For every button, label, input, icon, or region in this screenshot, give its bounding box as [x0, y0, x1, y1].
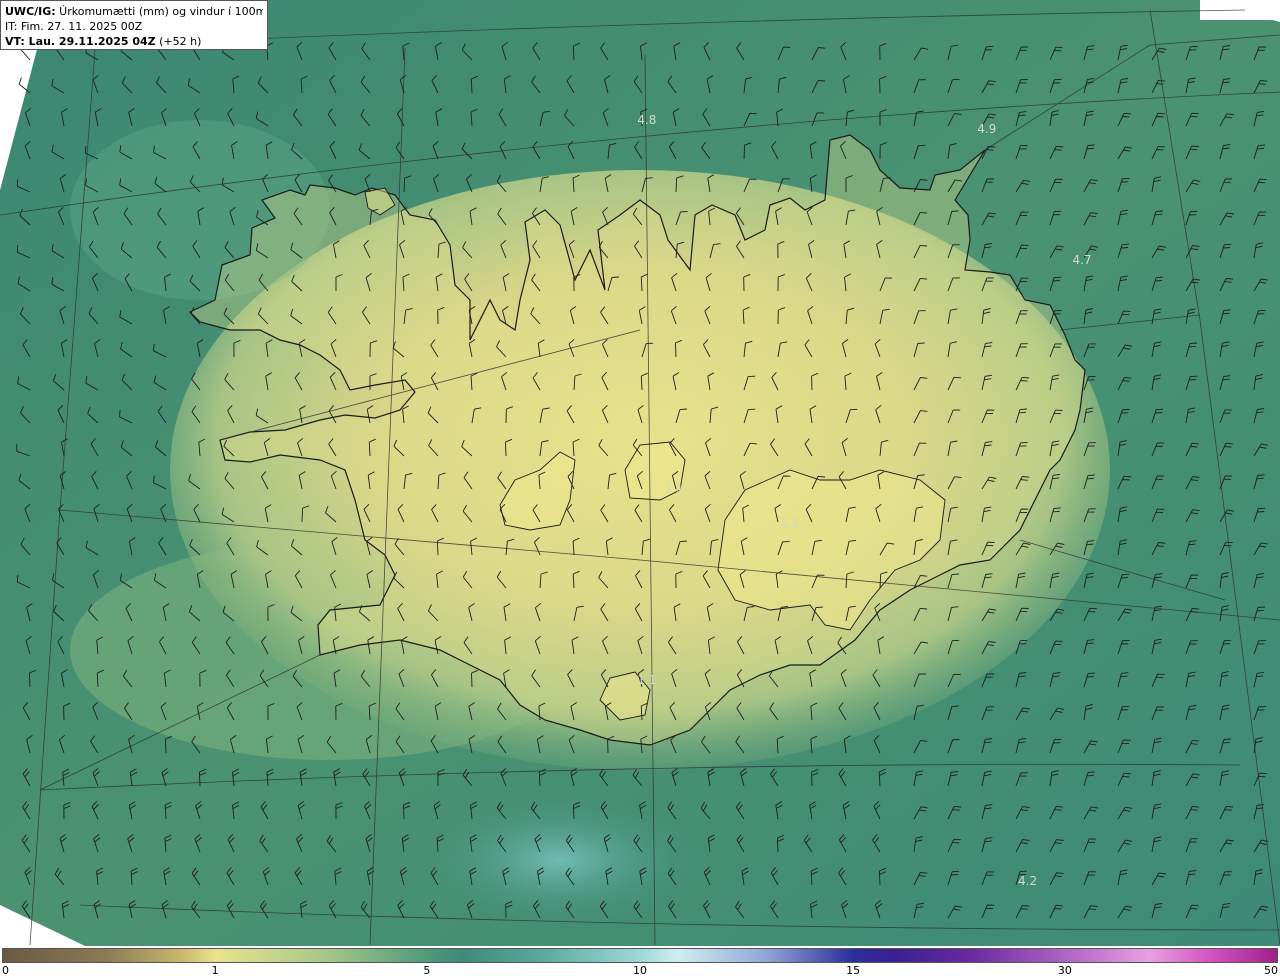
colorbar-tick-label: 15 — [846, 964, 861, 977]
colorbar-tick-label: 5 — [423, 964, 431, 977]
colorbar-gradient — [2, 948, 1278, 963]
colorbar-tick-label: 0 — [2, 964, 9, 977]
precipitation-map[interactable] — [0, 0, 1280, 946]
lead-time: (+52 h) — [155, 35, 202, 48]
map-info-box: UWC/IG: Úrkomumætti (mm) og vindur í 100… — [0, 0, 268, 50]
map-value-label: 1.1 — [780, 515, 800, 530]
map-value-label: 4.2 — [1018, 874, 1038, 889]
title-line: UWC/IG: Úrkomumætti (mm) og vindur í 100… — [5, 4, 263, 19]
colorbar-tick-label: 1 — [211, 964, 219, 977]
valid-time-line: VT: Lau. 29.11.2025 04Z (+52 h) — [5, 34, 263, 49]
map-value-label: 4.8 — [637, 113, 657, 127]
map-value-label: 4.9 — [977, 121, 997, 136]
variable-title: Úrkomumætti (mm) og vindur í 100m hæð — [59, 5, 263, 18]
colorbar-tick-label: 50 — [1264, 964, 1278, 977]
colorbar: 0 1 5 10 15 30 50 — [0, 946, 1280, 978]
colorbar-tick-label: 30 — [1057, 964, 1072, 977]
map-value-label: 1.1 — [637, 673, 657, 687]
valid-time: VT: Lau. 29.11.2025 04Z — [5, 35, 156, 48]
map-value-label: 1.1 — [664, 480, 684, 495]
colorbar-tick-label: 10 — [633, 964, 647, 977]
model-name: UWC/IG: — [5, 5, 56, 18]
map-value-label: 4.7 — [1072, 253, 1092, 267]
initial-time: IT: Fim. 27. 11. 2025 00Z — [5, 20, 143, 33]
